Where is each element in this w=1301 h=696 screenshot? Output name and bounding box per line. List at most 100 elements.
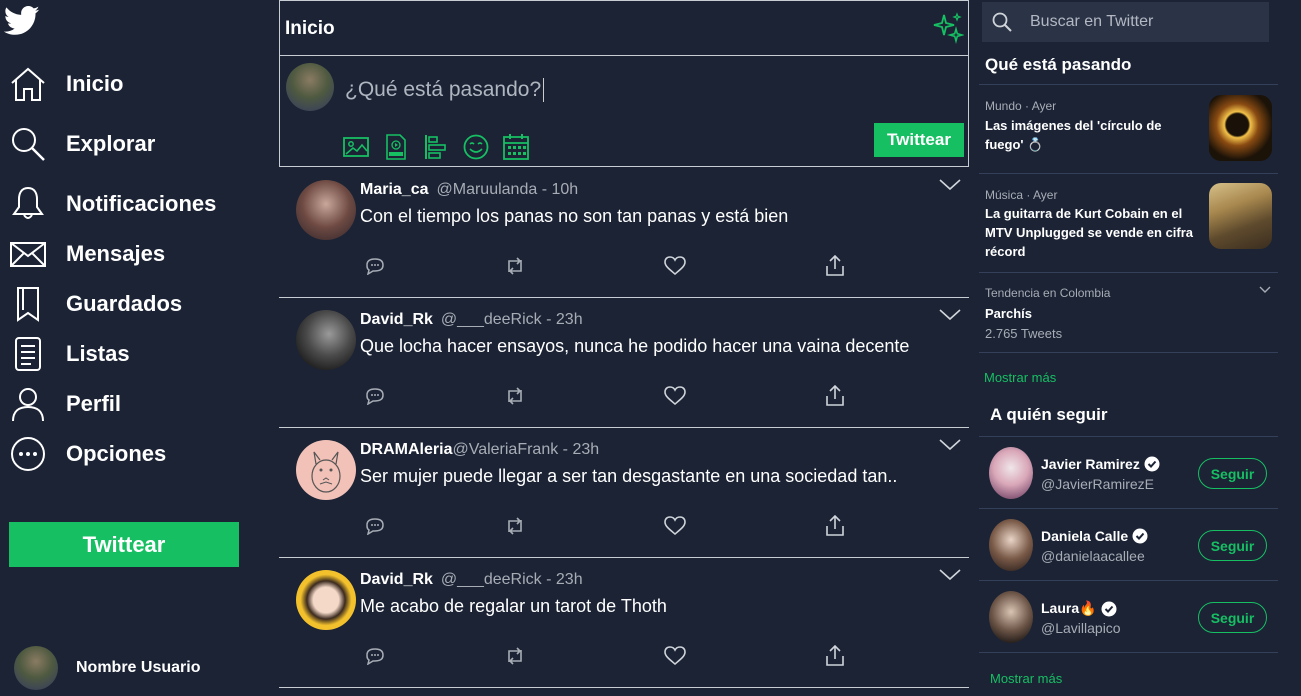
trend-meta: Música · Ayer — [985, 188, 1058, 202]
nav-item-listas[interactable]: Listas — [8, 332, 130, 376]
composer-input[interactable]: ¿Qué está pasando? — [345, 78, 545, 103]
tweet-author-handle[interactable]: @___deeRick — [441, 311, 542, 328]
tweet-text: Ser mujer puede llegar a ser tan desgast… — [360, 466, 898, 486]
verified-badge-icon — [1144, 456, 1160, 472]
text-caret — [543, 78, 545, 103]
follow-button[interactable]: Seguir — [1198, 602, 1267, 633]
tweet-author-avatar[interactable] — [296, 570, 356, 630]
like-icon[interactable] — [664, 515, 686, 537]
nav-item-mensajes[interactable]: Mensajes — [8, 232, 165, 276]
reply-icon[interactable] — [364, 645, 386, 667]
who-to-follow-show-more-link[interactable]: Mostrar más — [990, 671, 1062, 686]
nav-item-guardados[interactable]: Guardados — [8, 282, 182, 326]
trends-title: Qué está pasando — [985, 55, 1132, 74]
nav-item-explorar[interactable]: Explorar — [8, 122, 155, 166]
image-icon[interactable] — [342, 133, 370, 161]
tweet-author-handle[interactable]: @Maruulanda — [437, 181, 538, 198]
tweet-time: - 23h — [558, 441, 600, 458]
tweet-header: David_Rk @___deeRick - 23h — [360, 571, 583, 589]
tweet[interactable]: Maria_ca @Maruulanda - 10h Con el tiempo … — [279, 168, 969, 298]
composer-toolbar — [342, 133, 530, 161]
tweet-author-handle[interactable]: @___deeRick — [441, 571, 542, 588]
share-icon[interactable] — [824, 255, 846, 277]
chevron-down-icon[interactable] — [939, 178, 961, 192]
calendar-icon[interactable] — [502, 133, 530, 161]
totoro-drawing — [311, 451, 341, 493]
follow-button[interactable]: Seguir — [1198, 458, 1267, 489]
divider — [979, 173, 1278, 174]
like-icon[interactable] — [664, 645, 686, 667]
follow-suggestion[interactable]: Javier Ramirez @JavierRamirezE Seguir — [979, 437, 1278, 509]
gif-icon[interactable] — [382, 133, 410, 161]
twitter-logo-icon[interactable] — [4, 6, 40, 36]
timeline-column: Inicio ¿Qué está pasando? Twittear Maria… — [279, 0, 969, 696]
suggestion-handle: @Lavillapico — [1041, 620, 1121, 636]
nav-item-notificaciones[interactable]: Notificaciones — [8, 182, 216, 226]
retweet-icon[interactable] — [504, 645, 526, 667]
search-icon — [8, 124, 48, 164]
retweet-icon[interactable] — [504, 255, 526, 277]
nav-label-opciones: Opciones — [66, 441, 167, 466]
tweet[interactable]: David_Rk @___deeRick - 23h Me acabo de re… — [279, 558, 969, 688]
reply-icon[interactable] — [364, 255, 386, 277]
tweet-header: DRAMAleria@ValeriaFrank - 23h — [360, 441, 599, 459]
tweet-author-avatar[interactable] — [296, 310, 356, 370]
trends-show-more-link[interactable]: Mostrar más — [984, 370, 1056, 385]
tweet-author-name[interactable]: David_Rk — [360, 311, 433, 328]
tweet-author-handle[interactable]: @ValeriaFrank — [452, 441, 558, 458]
sparkle-icon[interactable] — [932, 12, 964, 44]
suggestion-avatar — [989, 519, 1033, 571]
compose-tweet-button[interactable]: Twittear — [874, 123, 964, 157]
chevron-down-icon[interactable] — [939, 568, 961, 582]
search-input[interactable] — [1030, 10, 1260, 34]
share-icon[interactable] — [824, 385, 846, 407]
nav-label-guardados: Guardados — [66, 291, 183, 316]
like-icon[interactable] — [664, 385, 686, 407]
poll-icon[interactable] — [422, 133, 450, 161]
tweet-author-avatar[interactable] — [296, 180, 356, 240]
composer-avatar — [286, 63, 334, 111]
search-box[interactable] — [982, 2, 1269, 42]
tweet-author-name[interactable]: DRAMAleria — [360, 441, 452, 458]
page-title: Inicio — [285, 18, 335, 39]
nav-item-opciones[interactable]: Opciones — [8, 432, 166, 476]
trend-title: Parchís — [985, 306, 1032, 321]
left-sidebar: Inicio Explorar Notificaciones Mensajes … — [0, 0, 270, 696]
follow-suggestion[interactable]: Daniela Calle @danielaacallee Seguir — [979, 509, 1278, 581]
follow-suggestion[interactable]: Laura🔥 @Lavillapico Seguir — [979, 581, 1278, 653]
tweet-author-avatar[interactable] — [296, 440, 356, 500]
account-switcher[interactable]: Nombre Usuario — [14, 646, 200, 690]
list-icon — [8, 334, 48, 374]
chevron-down-icon[interactable] — [939, 308, 961, 322]
retweet-icon[interactable] — [504, 515, 526, 537]
emoji-icon[interactable] — [462, 133, 490, 161]
trend-count: 2.765 Tweets — [985, 326, 1063, 341]
nav-item-inicio[interactable]: Inicio — [8, 62, 123, 106]
tweet[interactable]: DRAMAleria@ValeriaFrank - 23h Ser mujer … — [279, 428, 969, 558]
suggestion-avatar — [989, 591, 1033, 643]
timeline-header: Inicio — [279, 0, 969, 56]
verified-badge-icon — [1132, 528, 1148, 544]
share-icon[interactable] — [824, 645, 846, 667]
suggestion-handle: @danielaacallee — [1041, 548, 1145, 564]
chevron-down-icon[interactable] — [1259, 286, 1271, 294]
retweet-icon[interactable] — [504, 385, 526, 407]
tweet-author-name[interactable]: David_Rk — [360, 571, 433, 588]
divider — [979, 352, 1278, 353]
like-icon[interactable] — [664, 255, 686, 277]
nav-item-perfil[interactable]: Perfil — [8, 382, 121, 426]
reply-icon[interactable] — [364, 515, 386, 537]
suggestion-name-row: Javier Ramirez — [1041, 456, 1160, 472]
tweet-author-name[interactable]: Maria_ca — [360, 181, 429, 198]
tweet-actions — [364, 255, 854, 279]
share-icon[interactable] — [824, 515, 846, 537]
follow-button[interactable]: Seguir — [1198, 530, 1267, 561]
tweet[interactable]: David_Rk @___deeRick - 23h Que locha hace… — [279, 298, 969, 428]
reply-icon[interactable] — [364, 385, 386, 407]
sidebar-tweet-button[interactable]: Twittear — [9, 522, 239, 567]
suggestion-name: Javier Ramirez — [1041, 456, 1140, 472]
suggestion-avatar — [989, 447, 1033, 499]
tweet-header: David_Rk @___deeRick - 23h — [360, 311, 583, 329]
suggestion-name: Laura🔥 — [1041, 600, 1097, 616]
chevron-down-icon[interactable] — [939, 438, 961, 452]
